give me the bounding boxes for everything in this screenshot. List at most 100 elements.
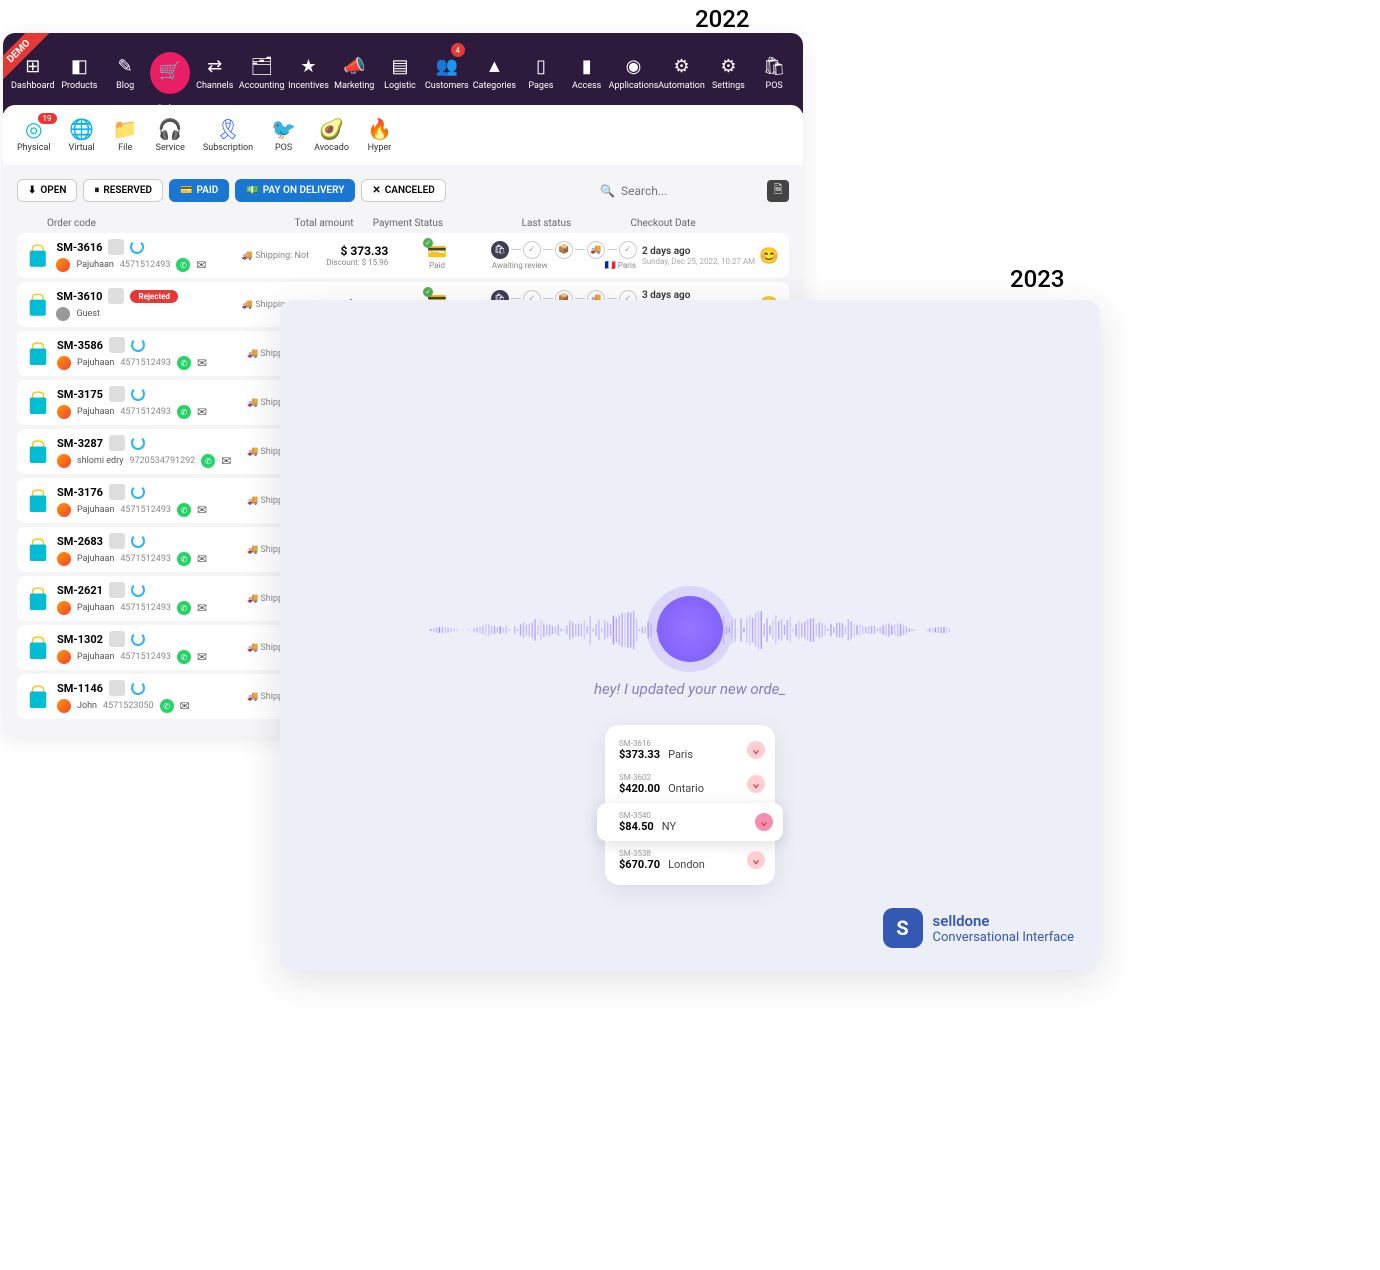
mail-icon[interactable]: ✉ (197, 601, 207, 615)
topnav-pages[interactable]: ▯Pages (520, 45, 562, 101)
search-box[interactable]: 🔍 (600, 184, 741, 198)
topnav-accounting[interactable]: 🗂Accounting (240, 45, 284, 101)
avatar-icon (57, 601, 71, 615)
subnav-service[interactable]: 🎧Service (156, 117, 185, 153)
topnav-applications[interactable]: ◉ Applications (612, 45, 656, 101)
order-main: SM-3287shlomi edry9720534791292✆✉ (57, 435, 247, 468)
topnav-customers[interactable]: 👥Customers4 (425, 45, 469, 101)
avatar-icon (57, 650, 71, 664)
topnav-access[interactable]: ▮Access (566, 45, 608, 101)
whatsapp-icon[interactable]: ✆ (176, 258, 190, 272)
user-phone: 4571512493 (120, 554, 171, 564)
whatsapp-icon[interactable]: ✆ (177, 601, 191, 615)
sync-icon (131, 534, 145, 548)
topnav-pos[interactable]: 🛍POS (753, 45, 795, 101)
whatsapp-icon[interactable]: ✆ (177, 552, 191, 566)
search-input[interactable] (621, 184, 741, 198)
mail-icon[interactable]: ✉ (197, 356, 207, 370)
order-main: SM-3610RejectedGuest (56, 288, 241, 321)
filter-canceled[interactable]: ✕CANCELED (361, 179, 445, 202)
nav-label: Automation (658, 81, 705, 91)
filter-icon: ⬇ (28, 185, 36, 196)
whatsapp-icon[interactable]: ✆ (177, 650, 191, 664)
filter-icon: 💳 (180, 185, 192, 196)
year-label-2022: 2022 (695, 5, 750, 33)
applications-icon: ◉ (626, 56, 642, 77)
whatsapp-icon[interactable]: ✆ (177, 405, 191, 419)
mail-icon[interactable]: ✉ (197, 405, 207, 419)
mini-code: SM-3540 (619, 811, 761, 820)
mini-order-card[interactable]: SM-3540$84.50NY (597, 803, 783, 841)
document-icon: 🗎 (774, 181, 783, 200)
mini-order-card[interactable]: SM-3538$670.70London (605, 843, 775, 877)
topnav-incentives[interactable]: ★Incentives (288, 45, 330, 101)
expand-button[interactable] (747, 775, 765, 793)
mini-location: Paris (668, 748, 693, 761)
mail-icon[interactable]: ✉ (196, 258, 206, 272)
topnav-blog[interactable]: ✎Blog (104, 45, 146, 101)
avocado-icon: 🥑 (319, 117, 344, 141)
mini-code: SM-3616 (619, 739, 761, 748)
expand-button[interactable] (755, 813, 773, 831)
topnav-logistic[interactable]: ▤Logistic (379, 45, 421, 101)
mini-order-card[interactable]: SM-3616$373.33Paris (605, 733, 775, 767)
expand-button[interactable] (747, 851, 765, 869)
filter-reserved[interactable]: ⏸RESERVED (83, 179, 163, 202)
voice-orb[interactable] (657, 596, 723, 662)
order-code: SM-1146 (57, 680, 247, 696)
sync-icon (131, 338, 145, 352)
subnav-file[interactable]: 📁File (113, 117, 138, 153)
expand-button[interactable] (747, 741, 765, 759)
filter-paid[interactable]: 💳PAID (169, 179, 229, 202)
nav-label: Accounting (239, 81, 285, 91)
mail-icon[interactable]: ✉ (197, 552, 207, 566)
pos-icon: 🛍 (763, 56, 786, 77)
order-code: SM-2621 (57, 582, 247, 598)
topnav-marketing[interactable]: 📣Marketing (333, 45, 375, 101)
topnav-products[interactable]: ◧Products (59, 45, 101, 101)
mini-location: London (668, 858, 705, 871)
mail-icon[interactable]: ✉ (197, 650, 207, 664)
topnav-automation[interactable]: ⚙Automation (660, 45, 704, 101)
settings-icon: ⚙ (720, 56, 736, 77)
subnav-virtual[interactable]: 🌐Virtual (69, 117, 95, 153)
nav-label: Access (572, 81, 601, 91)
order-main: SM-1302Pajuhaan4571512493✆✉ (57, 631, 247, 664)
user-name: Pajuhaan (77, 554, 114, 564)
product-thumb-icon (108, 239, 124, 255)
brand-name: selldone (933, 912, 1074, 930)
filter-open[interactable]: ⬇OPEN (17, 179, 77, 202)
whatsapp-icon[interactable]: ✆ (177, 503, 191, 517)
product-thumb-icon (109, 631, 125, 647)
subnav-physical[interactable]: ◎Physical19 (17, 117, 51, 153)
mail-icon[interactable]: ✉ (180, 699, 190, 713)
nav-label: Marketing (334, 81, 374, 91)
nav-label: Applications (609, 81, 659, 91)
topnav-channels[interactable]: ⇄Channels (194, 45, 236, 101)
brand-subtitle: Conversational Interface (933, 930, 1074, 945)
subnav-label: Hyper (368, 143, 392, 153)
order-row[interactable]: SM-3616Pajuhaan4571512493✆✉🚚 Shipping: N… (17, 233, 789, 278)
rejected-badge: Rejected (130, 290, 178, 303)
step-icon: 🚚 (587, 241, 605, 259)
topnav-orders[interactable]: 🛒Orders (150, 52, 190, 94)
subnav-pos[interactable]: 🐦POS (271, 117, 296, 153)
export-button[interactable]: 🗎 (767, 180, 789, 202)
subnav-subscription[interactable]: 🎗Subscription (203, 117, 253, 153)
whatsapp-icon[interactable]: ✆ (177, 356, 191, 370)
order-main: SM-3175Pajuhaan4571512493✆✉ (57, 386, 247, 419)
whatsapp-icon[interactable]: ✆ (201, 454, 215, 468)
mail-icon[interactable]: ✉ (197, 503, 207, 517)
mini-order-card[interactable]: SM-3602$420.00Ontario (605, 767, 775, 801)
subnav-avocado[interactable]: 🥑Avocado (314, 117, 349, 153)
dashboard-icon: ⊞ (25, 56, 40, 77)
subnav-badge: 19 (38, 113, 57, 124)
subnav-hyper[interactable]: 🔥Hyper (367, 117, 392, 153)
topnav-settings[interactable]: ⚙Settings (708, 45, 750, 101)
topnav-categories[interactable]: ▲Categories (473, 45, 516, 101)
mail-icon[interactable]: ✉ (221, 454, 231, 468)
user-phone: 4571512493 (120, 505, 171, 515)
whatsapp-icon[interactable]: ✆ (160, 699, 174, 713)
sync-icon (131, 387, 145, 401)
filter-pay-on-delivery[interactable]: 💵PAY ON DELIVERY (235, 179, 355, 202)
